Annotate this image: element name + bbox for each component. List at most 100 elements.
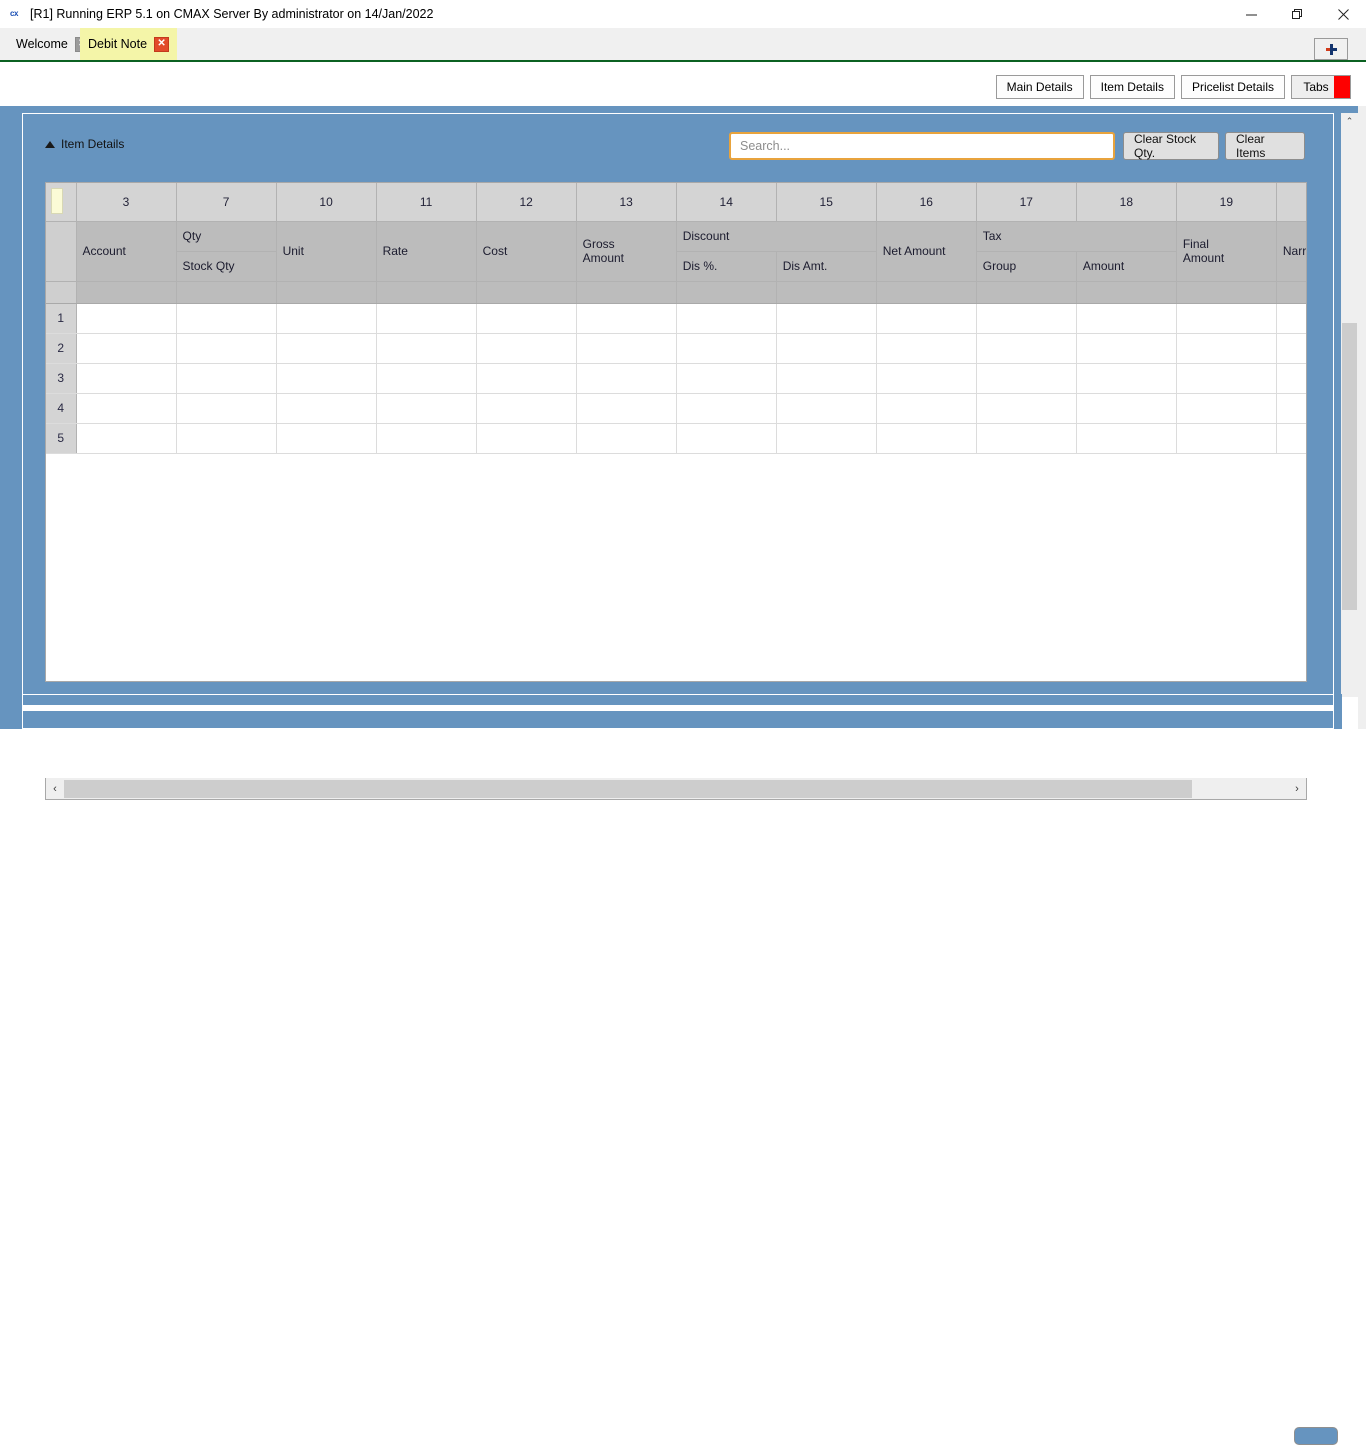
grid-cell[interactable] <box>76 393 177 424</box>
grid-cell[interactable] <box>276 393 377 424</box>
tab-debit-note[interactable]: Debit Note ✕ <box>80 28 178 60</box>
col-number-19[interactable]: 19 <box>1176 183 1277 222</box>
grid-cell[interactable] <box>876 333 977 364</box>
grid-cell[interactable] <box>876 303 977 334</box>
grid-cell[interactable] <box>576 333 677 364</box>
hscroll-thumb[interactable] <box>64 779 1192 798</box>
search-input[interactable]: Search... <box>729 132 1115 160</box>
grid-filter-cell[interactable] <box>576 281 677 304</box>
grid-cell[interactable] <box>76 423 177 454</box>
header-discount-percent[interactable]: Dis %. <box>676 251 777 282</box>
header-discount-group[interactable]: Discount <box>676 221 877 252</box>
grid-cell[interactable] <box>976 363 1077 394</box>
header-net-amount[interactable]: Net Amount <box>876 221 977 282</box>
grid-filter-cell[interactable] <box>776 281 877 304</box>
grid-cell[interactable] <box>976 303 1077 334</box>
row-number[interactable]: 1 <box>46 303 77 334</box>
grid-filter-cell[interactable] <box>676 281 777 304</box>
grid-filter-cell[interactable] <box>376 281 477 304</box>
grid-cell[interactable] <box>1176 333 1277 364</box>
grid-cell[interactable] <box>1176 393 1277 424</box>
col-number-7[interactable]: 7 <box>176 183 277 222</box>
grid-cell[interactable] <box>176 393 277 424</box>
grid-cell[interactable] <box>976 393 1077 424</box>
restore-button[interactable] <box>1274 0 1320 28</box>
header-discount-amount[interactable]: Dis Amt. <box>776 251 877 282</box>
grid-filter-cell[interactable] <box>476 281 577 304</box>
grid-filter-cell[interactable] <box>1176 281 1277 304</box>
clear-items-button[interactable]: Clear Items <box>1225 132 1305 160</box>
grid-cell[interactable] <box>676 393 777 424</box>
grid-filter-cell[interactable] <box>976 281 1077 304</box>
grid-cell[interactable] <box>1176 423 1277 454</box>
grid-cell[interactable] <box>476 393 577 424</box>
row-number[interactable]: 2 <box>46 333 77 364</box>
table-row[interactable]: 4 <box>46 393 1306 424</box>
col-number-10[interactable]: 10 <box>276 183 377 222</box>
hscroll-track[interactable] <box>64 779 1288 799</box>
pricelist-details-button[interactable]: Pricelist Details <box>1180 75 1285 99</box>
grid-cell[interactable] <box>376 363 477 394</box>
grid-filter-cell[interactable] <box>76 281 177 304</box>
grid-cell[interactable] <box>876 363 977 394</box>
clear-stock-qty-button[interactable]: Clear Stock Qty. <box>1123 132 1219 160</box>
grid-cell[interactable] <box>1176 363 1277 394</box>
main-details-button[interactable]: Main Details <box>995 75 1084 99</box>
col-number-3[interactable]: 3 <box>76 183 177 222</box>
bottom-panel-button[interactable] <box>1294 1427 1338 1445</box>
grid-cell[interactable] <box>776 423 877 454</box>
grid-cell[interactable] <box>276 423 377 454</box>
grid-cell[interactable] <box>576 423 677 454</box>
header-unit[interactable]: Unit <box>276 221 377 282</box>
grid-cell[interactable] <box>1276 363 1306 394</box>
grid-cell[interactable] <box>1276 393 1306 424</box>
grid-cell[interactable] <box>1076 303 1177 334</box>
table-row[interactable]: 3 <box>46 363 1306 394</box>
grid-cell[interactable] <box>976 333 1077 364</box>
grid-cell[interactable] <box>576 363 677 394</box>
grid-filter-cell[interactable] <box>276 281 377 304</box>
header-cost[interactable]: Cost <box>476 221 577 282</box>
grid-filter-cell[interactable] <box>176 281 277 304</box>
grid-filter-cell[interactable] <box>876 281 977 304</box>
grid-cell[interactable] <box>276 363 377 394</box>
grid-cell[interactable] <box>776 393 877 424</box>
grid-cell[interactable] <box>1076 363 1177 394</box>
col-number-14[interactable]: 14 <box>676 183 777 222</box>
grid-cell[interactable] <box>976 423 1077 454</box>
header-final-amount[interactable]: Final Amount <box>1176 221 1277 282</box>
grid-cell[interactable] <box>176 303 277 334</box>
grid-filter-cell[interactable] <box>1076 281 1177 304</box>
header-gross-amount[interactable]: Gross Amount <box>576 221 677 282</box>
grid-cell[interactable] <box>1076 393 1177 424</box>
header-account[interactable]: Account <box>76 221 177 282</box>
grid-cell[interactable] <box>776 333 877 364</box>
table-row[interactable]: 1 <box>46 303 1306 334</box>
col-number-18[interactable]: 18 <box>1076 183 1177 222</box>
grid-cell[interactable] <box>876 393 977 424</box>
grid-cell[interactable] <box>1176 303 1277 334</box>
item-details-button[interactable]: Item Details <box>1089 75 1175 99</box>
grid-cell[interactable] <box>576 393 677 424</box>
scroll-left-icon[interactable]: ‹ <box>46 779 64 799</box>
row-number[interactable]: 5 <box>46 423 77 454</box>
triangle-up-icon[interactable] <box>45 140 55 148</box>
tab-debit-note-close-icon[interactable]: ✕ <box>154 36 170 52</box>
row-number[interactable]: 3 <box>46 363 77 394</box>
grid-cell[interactable] <box>476 303 577 334</box>
grid-cell[interactable] <box>1276 423 1306 454</box>
grid-cell[interactable] <box>476 363 577 394</box>
minimize-button[interactable] <box>1228 0 1274 28</box>
grid-cell[interactable] <box>376 333 477 364</box>
col-number-17[interactable]: 17 <box>976 183 1077 222</box>
add-tab-button[interactable] <box>1314 38 1348 60</box>
grid-cell[interactable] <box>376 303 477 334</box>
header-rate[interactable]: Rate <box>376 221 477 282</box>
page-vertical-scrollbar[interactable]: ⌃ <box>1341 113 1358 697</box>
grid-cell[interactable] <box>676 303 777 334</box>
grid-cell[interactable] <box>1076 333 1177 364</box>
grid-cell[interactable] <box>76 363 177 394</box>
col-number-16[interactable]: 16 <box>876 183 977 222</box>
grid-cell[interactable] <box>176 423 277 454</box>
grid-cell[interactable] <box>1276 303 1306 334</box>
